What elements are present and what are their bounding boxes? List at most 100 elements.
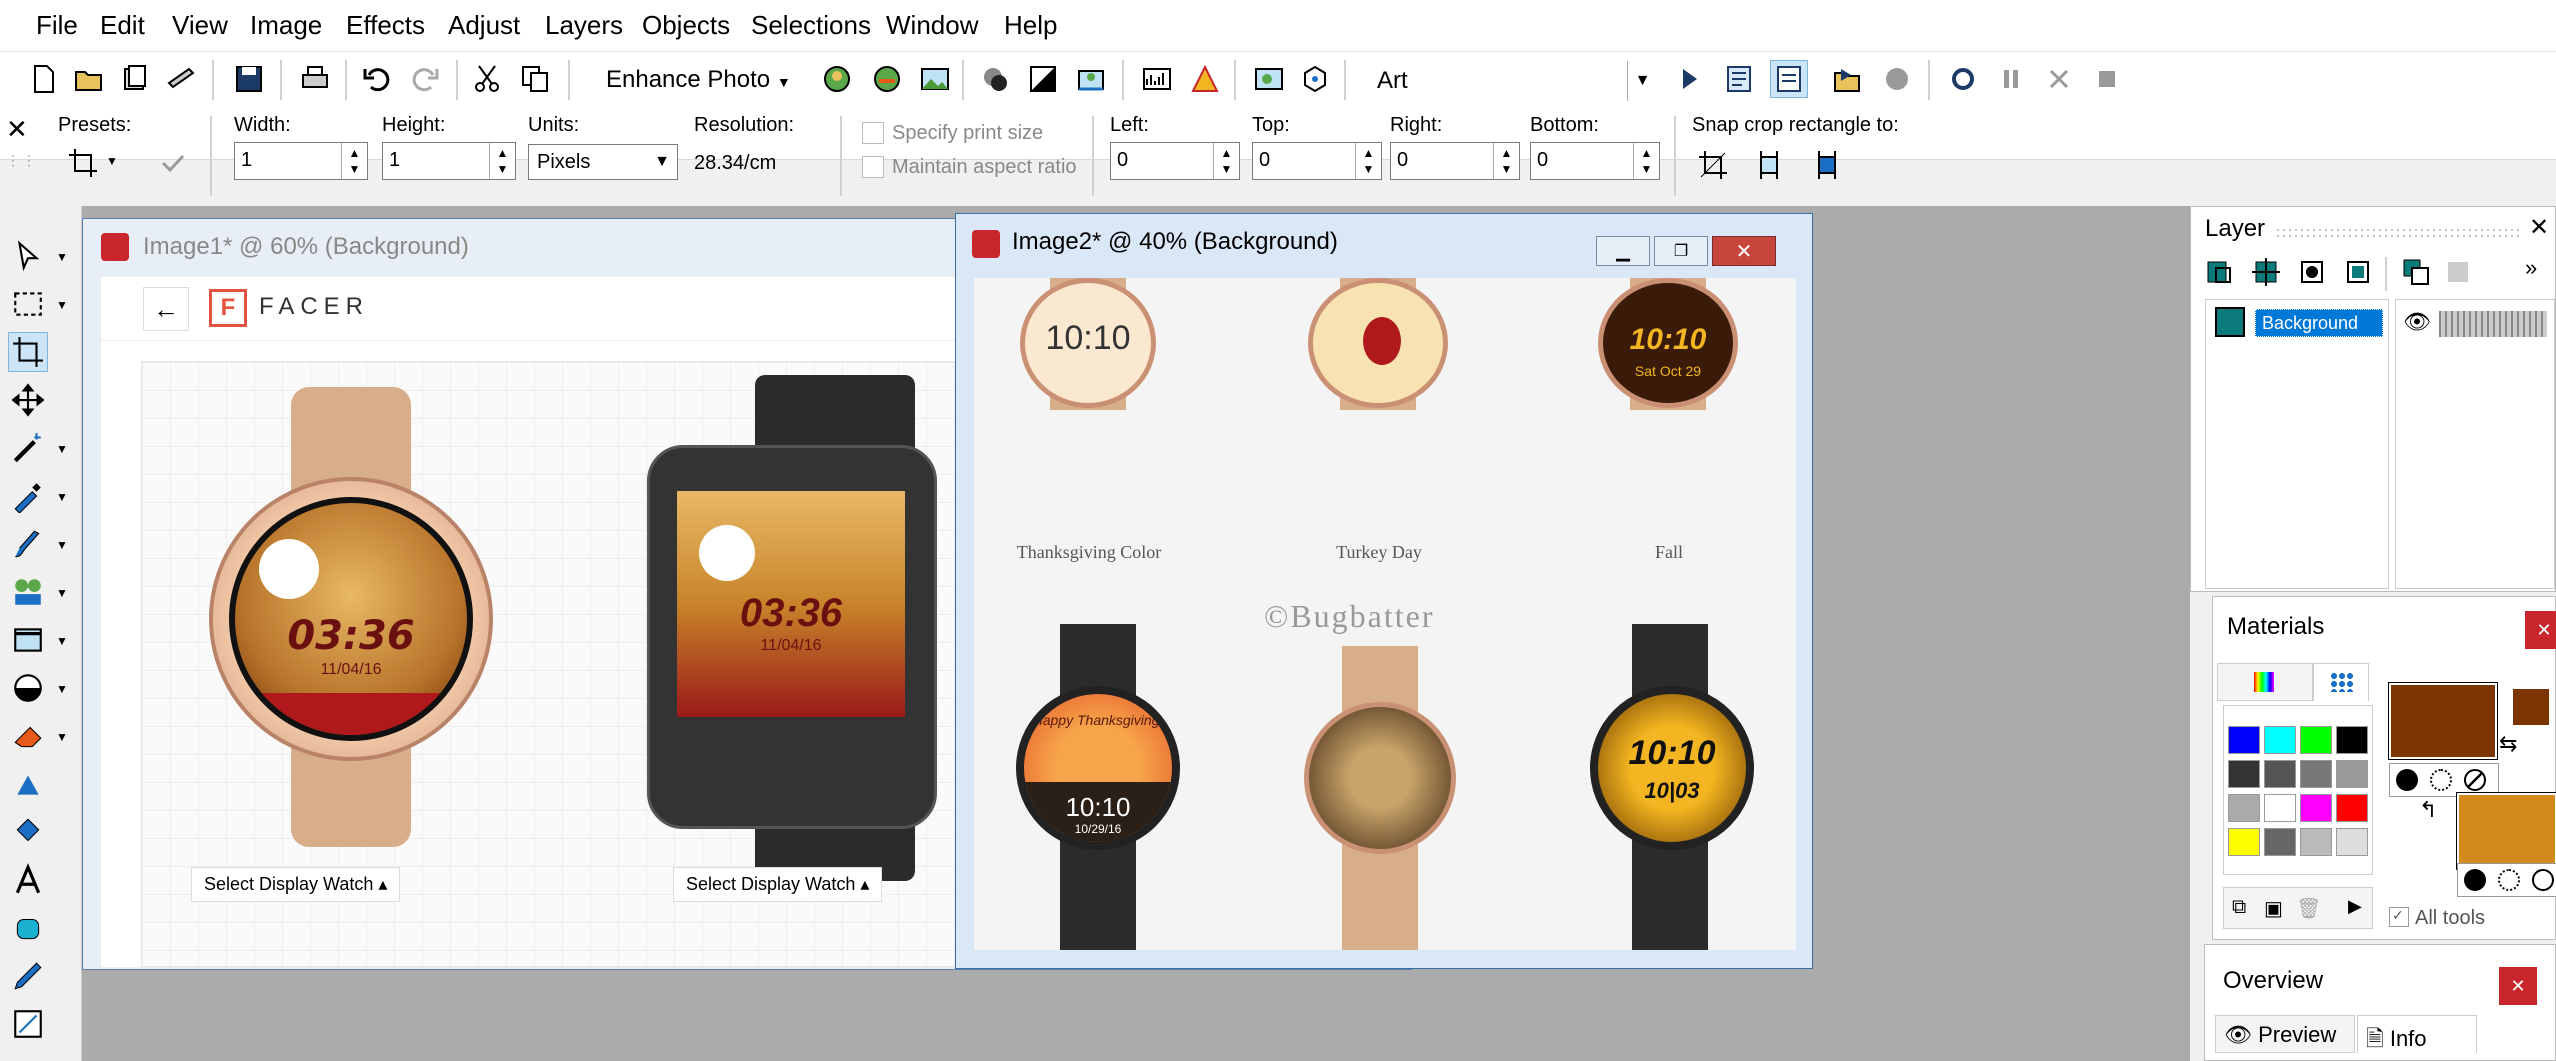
- new-mask-layer-icon[interactable]: [2293, 253, 2331, 291]
- color-swatch[interactable]: [2264, 794, 2296, 822]
- select-display-watch-button-1[interactable]: Select Display Watch ▴: [191, 867, 401, 902]
- transparent-icon[interactable]: [2464, 769, 2486, 791]
- texture-icon[interactable]: [2498, 869, 2520, 891]
- 3d-effects-icon[interactable]: [1296, 60, 1334, 98]
- menu-effects[interactable]: Effects: [346, 10, 425, 41]
- foreground-color-small[interactable]: [2513, 689, 2549, 725]
- color-swatch[interactable]: [2228, 794, 2260, 822]
- script-edit-icon[interactable]: [1720, 60, 1758, 98]
- color-swatch[interactable]: [2228, 726, 2260, 754]
- play-icon[interactable]: [1670, 60, 1708, 98]
- swatch-tab[interactable]: [2313, 663, 2369, 701]
- close-window-button[interactable]: ✕: [1712, 236, 1776, 266]
- units-select[interactable]: Pixels ▼: [528, 144, 678, 180]
- swap-arrows-icon[interactable]: ↰: [2419, 797, 2437, 823]
- scanner-icon[interactable]: [162, 60, 200, 98]
- eraser-tool-icon[interactable]: ▼: [8, 716, 68, 756]
- apply-check-icon[interactable]: [154, 144, 192, 182]
- circle-icon[interactable]: [1944, 60, 1982, 98]
- color-swatch[interactable]: [2336, 760, 2368, 788]
- solid-color-icon[interactable]: [2396, 769, 2418, 791]
- color-swatch[interactable]: [2336, 794, 2368, 822]
- histogram-icon[interactable]: [1138, 60, 1176, 98]
- grip-icon[interactable]: ⋮⋮: [6, 152, 38, 169]
- chevron-down-icon[interactable]: ▼: [106, 154, 118, 168]
- color-swatch[interactable]: [2264, 828, 2296, 856]
- spinner-arrows-icon[interactable]: ▲ ▼: [1633, 143, 1659, 179]
- menu-edit[interactable]: Edit: [100, 10, 145, 41]
- delete-swatch-icon[interactable]: 🗑: [2296, 896, 2321, 921]
- color-swatch[interactable]: [2300, 726, 2332, 754]
- grip-icon[interactable]: [2275, 227, 2519, 237]
- cancel-icon[interactable]: [2040, 60, 2078, 98]
- close-icon[interactable]: ✕: [2529, 213, 2549, 242]
- script-toggle-icon[interactable]: [1770, 60, 1808, 98]
- copy-icon[interactable]: [516, 60, 554, 98]
- menu-layers[interactable]: Layers: [545, 10, 623, 41]
- menu-help[interactable]: Help: [1004, 10, 1057, 41]
- texture-icon[interactable]: [2430, 769, 2452, 791]
- spinner-arrows-icon[interactable]: ▲ ▼: [341, 143, 367, 179]
- back-arrow-icon[interactable]: ←: [143, 287, 189, 331]
- record-icon[interactable]: [1878, 60, 1916, 98]
- left-spinner[interactable]: 0 ▲ ▼: [1110, 142, 1240, 180]
- stop-icon[interactable]: [2088, 60, 2126, 98]
- more-icon[interactable]: »: [2525, 255, 2537, 281]
- new-adjustment-layer-icon[interactable]: [2339, 253, 2377, 291]
- workspace-select[interactable]: Art ▼: [1368, 60, 1658, 102]
- red-eye-icon[interactable]: [976, 60, 1014, 98]
- color-balance-icon[interactable]: [1186, 60, 1224, 98]
- dodge-tool-icon[interactable]: ▼: [8, 668, 68, 708]
- spinner-arrows-icon[interactable]: ▲ ▼: [1493, 143, 1519, 179]
- save-icon[interactable]: [230, 60, 268, 98]
- preset-shape-icon[interactable]: [8, 908, 48, 948]
- select-display-watch-button-2[interactable]: Select Display Watch ▴: [673, 867, 883, 902]
- dropper-tool-icon[interactable]: ▼: [8, 476, 68, 516]
- new-raster-layer-icon[interactable]: [2201, 253, 2239, 291]
- crop-presets-icon[interactable]: [64, 144, 102, 182]
- smart-photo-fix-icon[interactable]: [818, 60, 856, 98]
- image2-window[interactable]: Image2* @ 40% (Background) ▁ ❐ ✕ 10:10 1…: [955, 213, 1813, 969]
- color-swatch[interactable]: [2228, 828, 2260, 856]
- close-overview-button[interactable]: ✕: [2499, 967, 2537, 1005]
- spinner-arrows-icon[interactable]: ▲ ▼: [489, 143, 515, 179]
- magic-wand-icon[interactable]: ▼: [8, 428, 68, 468]
- picture-tube-icon[interactable]: [8, 764, 48, 804]
- swatch-grid[interactable]: [2223, 705, 2373, 875]
- move-tool-icon[interactable]: [8, 380, 48, 420]
- redo-icon[interactable]: [406, 60, 444, 98]
- pause-icon[interactable]: [1992, 60, 2030, 98]
- snap-to-image-icon[interactable]: [1694, 146, 1732, 184]
- all-tools-checkbox[interactable]: ✓: [2389, 907, 2409, 927]
- clone-brush-icon[interactable]: ▼: [8, 572, 68, 612]
- foreground-color-swatch[interactable]: [2388, 682, 2498, 760]
- play-icon[interactable]: ▶: [2348, 896, 2362, 917]
- run-script-icon[interactable]: [1828, 60, 1866, 98]
- color-swatch[interactable]: [2228, 760, 2260, 788]
- layer-background[interactable]: Background: [2255, 309, 2383, 337]
- snap-to-layer-icon[interactable]: [1750, 146, 1788, 184]
- cut-icon[interactable]: [468, 60, 506, 98]
- new-file-icon[interactable]: [24, 60, 62, 98]
- color-swatch[interactable]: [2300, 828, 2332, 856]
- opacity-slider[interactable]: [2439, 311, 2547, 337]
- minimize-button[interactable]: ▁: [1596, 236, 1650, 266]
- color-swatch[interactable]: [2300, 760, 2332, 788]
- visibility-eye-icon[interactable]: 👁: [2403, 309, 2431, 335]
- pen-tool-icon[interactable]: [8, 956, 48, 996]
- one-step-fix-icon[interactable]: [868, 60, 906, 98]
- color-swatch[interactable]: [2264, 760, 2296, 788]
- menu-selections[interactable]: Selections: [751, 10, 871, 41]
- selection-tool-icon[interactable]: ▼: [8, 284, 68, 324]
- undo-icon[interactable]: [358, 60, 396, 98]
- tab-preview[interactable]: 👁 Preview: [2215, 1015, 2355, 1053]
- pick-tool-icon[interactable]: ▼: [8, 236, 68, 276]
- spinner-arrows-icon[interactable]: ▲ ▼: [1213, 143, 1239, 179]
- new-vector-layer-icon[interactable]: [2247, 253, 2285, 291]
- top-spinner[interactable]: 0 ▲ ▼: [1252, 142, 1382, 180]
- background-color-swatch[interactable]: [2456, 792, 2556, 870]
- open-folder-icon[interactable]: [70, 60, 108, 98]
- specify-print-size-checkbox[interactable]: [862, 122, 884, 144]
- color-swatch[interactable]: [2336, 828, 2368, 856]
- snap-to-selection-icon[interactable]: [1808, 146, 1846, 184]
